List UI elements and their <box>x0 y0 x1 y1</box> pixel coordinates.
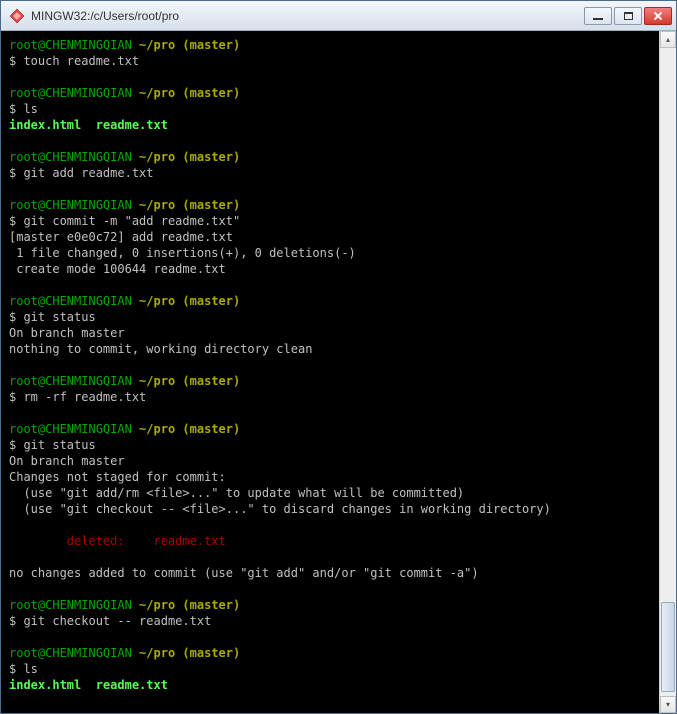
output-line: [master e0e0c72] add readme.txt <box>9 229 651 245</box>
output-line <box>9 517 651 533</box>
app-window: MINGW32:/c/Users/root/pro root@CHENMINGQ… <box>0 0 677 714</box>
scroll-thumb[interactable] <box>661 602 675 692</box>
close-button[interactable] <box>644 7 672 25</box>
command-line: $ ls <box>9 661 651 677</box>
output-line <box>9 549 651 565</box>
output-line: On branch master <box>9 453 651 469</box>
output-line: Changes not staged for commit: <box>9 469 651 485</box>
command-line: $ ls <box>9 101 651 117</box>
app-icon <box>9 8 25 24</box>
scroll-up-button[interactable]: ▴ <box>660 31 676 48</box>
output-line: deleted: readme.txt <box>9 533 651 549</box>
window-title: MINGW32:/c/Users/root/pro <box>31 9 584 23</box>
command-line: $ git status <box>9 309 651 325</box>
output-line: (use "git add/rm <file>..." to update wh… <box>9 485 651 501</box>
command-line: $ touch readme.txt <box>9 53 651 69</box>
output-line: index.html readme.txt <box>9 117 651 133</box>
command-line: $ git checkout -- readme.txt <box>9 613 651 629</box>
window-controls <box>584 7 672 25</box>
output-line: On branch master <box>9 325 651 341</box>
command-line: $ git add readme.txt <box>9 165 651 181</box>
prompt-line: root@CHENMINGQIAN ~/pro (master) <box>9 293 651 309</box>
prompt-line: root@CHENMINGQIAN ~/pro (master) <box>9 421 651 437</box>
prompt-line: root@CHENMINGQIAN ~/pro (master) <box>9 149 651 165</box>
minimize-button[interactable] <box>584 7 612 25</box>
output-line: create mode 100644 readme.txt <box>9 261 651 277</box>
command-line: $ git commit -m "add readme.txt" <box>9 213 651 229</box>
output-line: no changes added to commit (use "git add… <box>9 565 651 581</box>
vertical-scrollbar[interactable]: ▴ ▾ <box>659 31 676 713</box>
output-line: index.html readme.txt <box>9 677 651 693</box>
output-line: 1 file changed, 0 insertions(+), 0 delet… <box>9 245 651 261</box>
command-line: $ rm -rf readme.txt <box>9 389 651 405</box>
command-line: $ git status <box>9 437 651 453</box>
prompt-line: root@CHENMINGQIAN ~/pro (master) <box>9 373 651 389</box>
terminal-output[interactable]: root@CHENMINGQIAN ~/pro (master)$ touch … <box>1 31 659 713</box>
titlebar[interactable]: MINGW32:/c/Users/root/pro <box>1 1 676 31</box>
prompt-line: root@CHENMINGQIAN ~/pro (master) <box>9 645 651 661</box>
scroll-down-button[interactable]: ▾ <box>660 696 676 713</box>
terminal-area: root@CHENMINGQIAN ~/pro (master)$ touch … <box>1 31 676 713</box>
output-line: nothing to commit, working directory cle… <box>9 341 651 357</box>
prompt-line: root@CHENMINGQIAN ~/pro (master) <box>9 37 651 53</box>
prompt-line: root@CHENMINGQIAN ~/pro (master) <box>9 597 651 613</box>
maximize-button[interactable] <box>614 7 642 25</box>
scroll-track[interactable] <box>660 48 676 696</box>
prompt-line: root@CHENMINGQIAN ~/pro (master) <box>9 85 651 101</box>
prompt-line: root@CHENMINGQIAN ~/pro (master) <box>9 197 651 213</box>
output-line: (use "git checkout -- <file>..." to disc… <box>9 501 651 517</box>
